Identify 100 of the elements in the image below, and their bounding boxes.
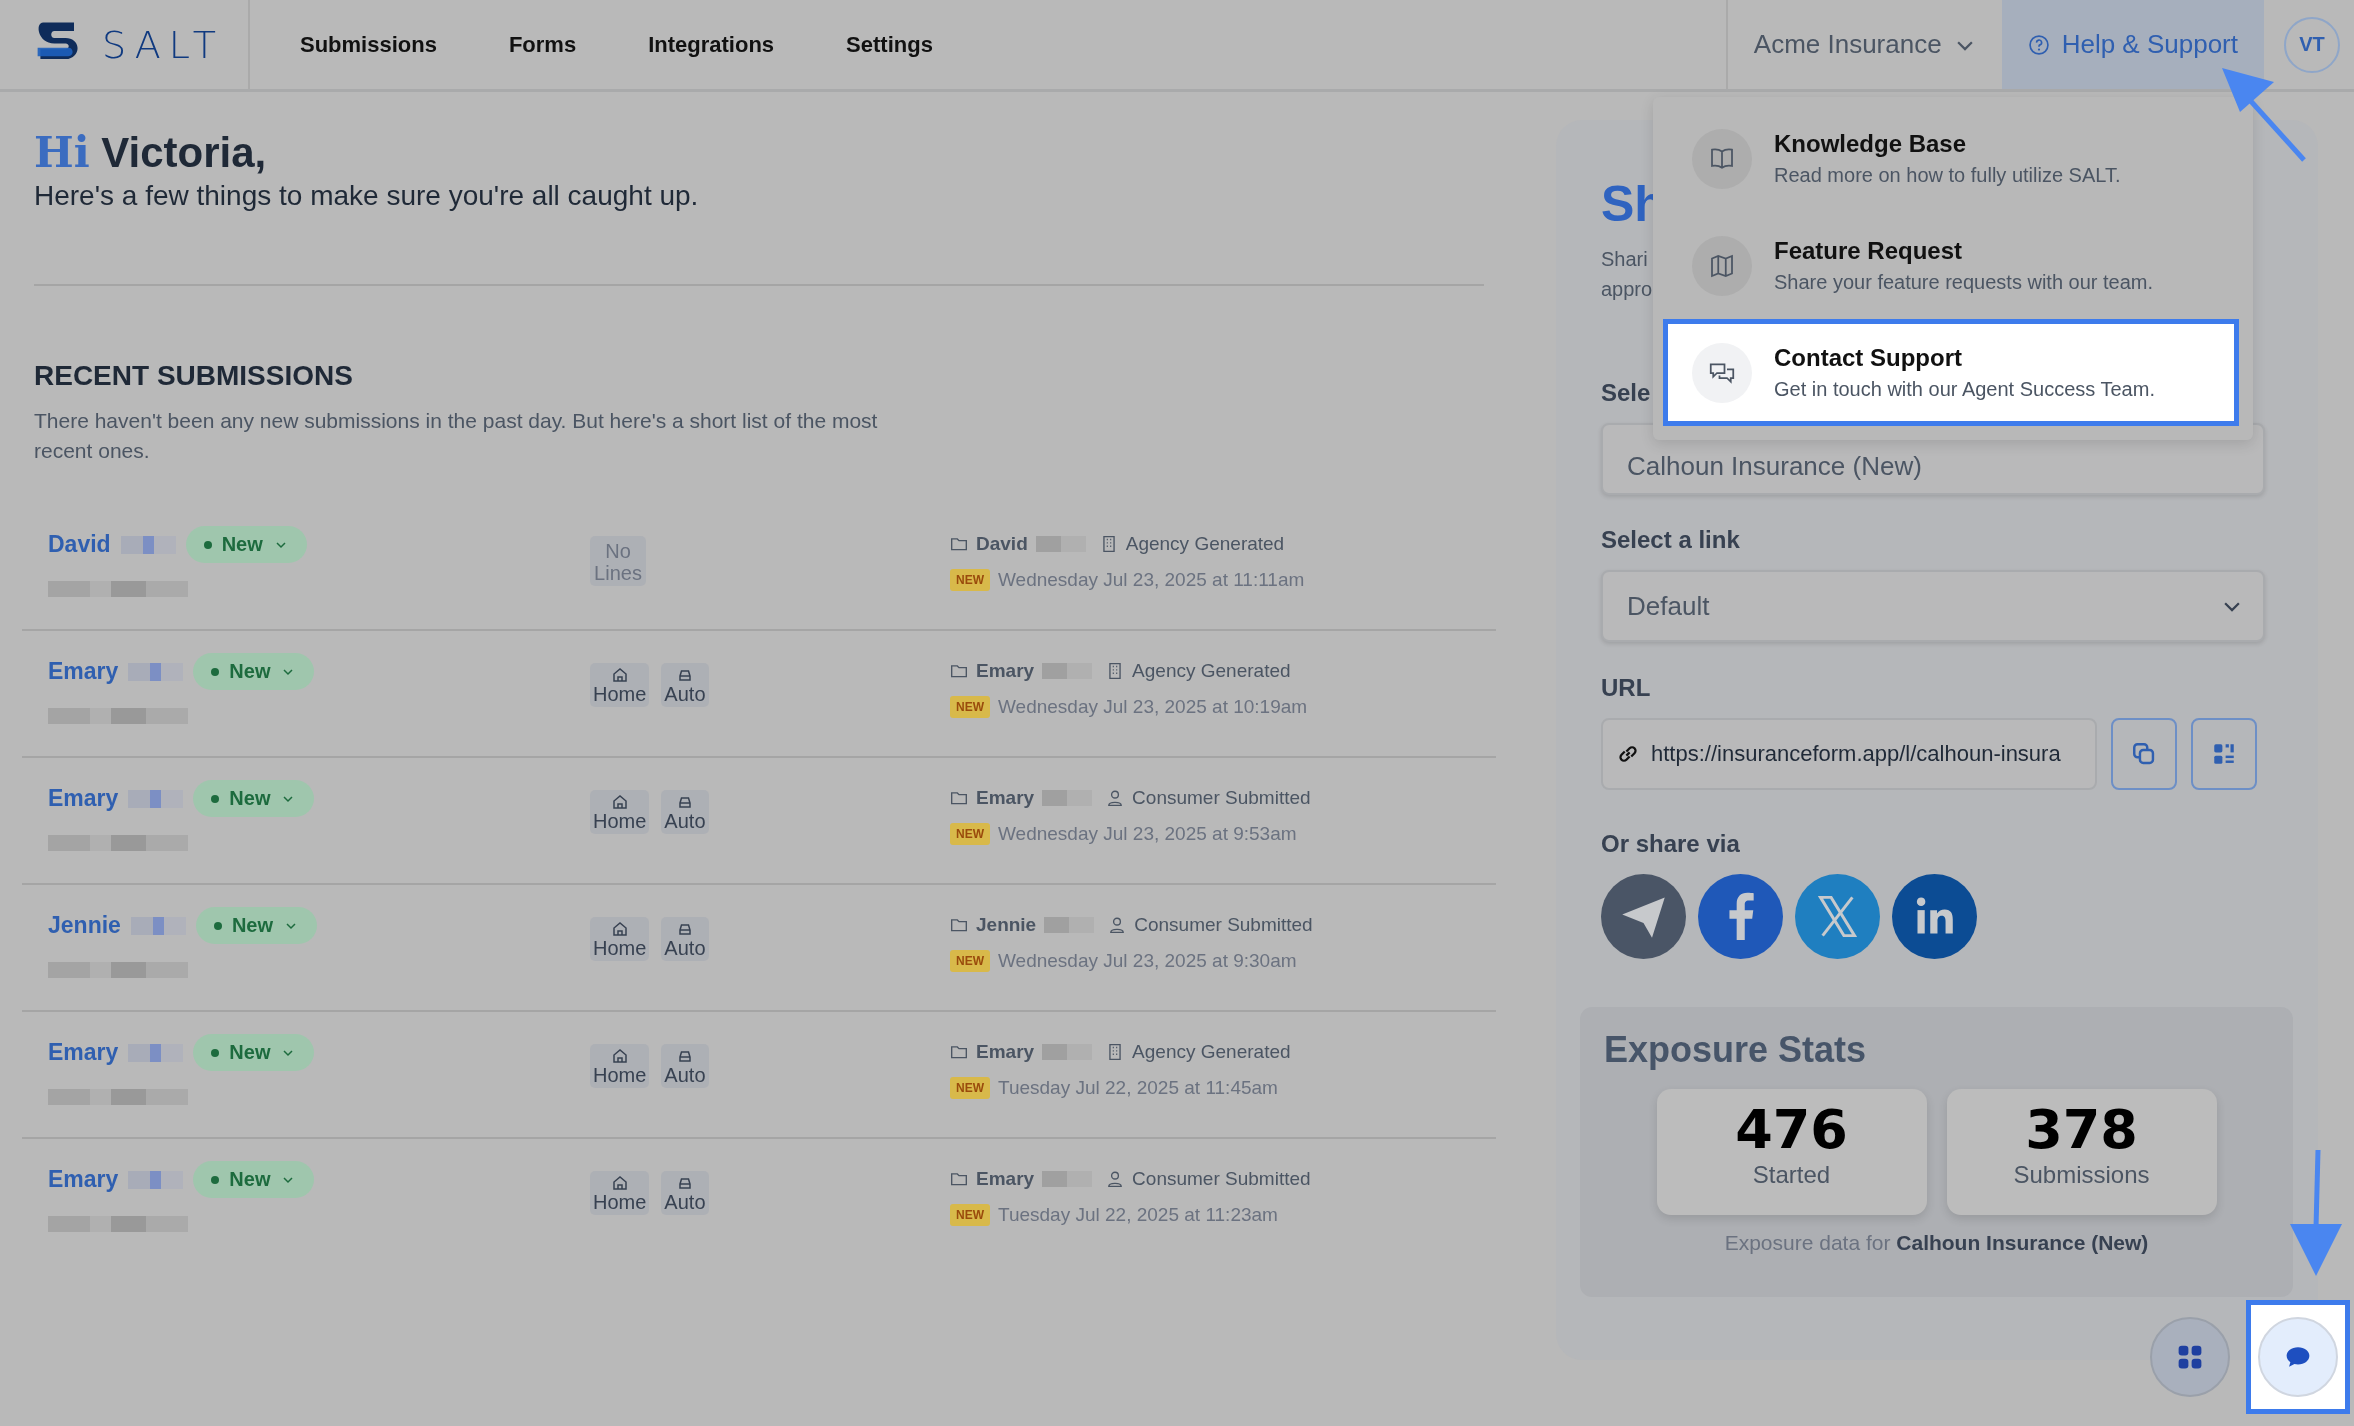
new-badge: NEW [950,950,990,973]
menu-item-title: Knowledge Base [1774,130,1968,158]
greeting-name: Victoria, [101,129,267,176]
house-icon [611,1175,628,1192]
panel-title: Exposure Stats [1604,1029,1868,1071]
redacted-owner [1044,917,1095,934]
owner-name: Emary [976,1168,1035,1191]
line-tag: Auto [661,790,709,835]
source-label: Agency Generated [1125,533,1285,556]
nav-link[interactable]: Submissions [300,31,437,58]
owner-name: Emary [976,660,1035,683]
source-label: Consumer Submitted [1132,787,1311,810]
help-menu-item[interactable]: Feature Request Share your feature requests with our team. [1663,212,2239,319]
exposure-caption: Exposure data for Calhoun Insurance (New) [1723,1231,2150,1255]
redacted-name [128,789,184,808]
car-icon [676,667,693,684]
car-icon [676,1048,693,1065]
submitter-name-link[interactable]: Emary [48,1166,119,1194]
status-dot [211,1175,220,1184]
link-select[interactable]: Default [1601,570,2265,642]
line-tag: Home [590,1171,650,1216]
owner-name: David [976,533,1028,556]
section-description: There haven't been any new submissions in the past day. But here's a short list of the most recent ones. [34,408,879,465]
new-badge: NEW [950,823,990,846]
status-dropdown[interactable]: New [193,1034,315,1072]
house-icon [611,667,628,684]
source-label: Consumer Submitted [1132,1168,1311,1191]
submitter-name-link[interactable]: Emary [48,1039,119,1067]
greeting-subtitle: Here's a few things to make sure you're all caught up. [34,180,700,213]
copy-icon [2131,741,2157,767]
line-tag: Auto [661,663,709,708]
submitter-name-link[interactable]: David [48,531,111,559]
redacted-owner [1042,663,1093,680]
person-icon [1106,1170,1125,1189]
submission-date: Wednesday Jul 23, 2025 at 11:11am [998,569,1305,592]
source-label: Consumer Submitted [1134,914,1313,937]
car-icon [676,921,693,938]
menu-item-title: Feature Request [1774,237,1964,265]
submission-date: Wednesday Jul 23, 2025 at 9:30am [998,950,1297,973]
field-label: Or share via [1601,830,1740,858]
status-dot [211,794,220,803]
submission-date: Wednesday Jul 23, 2025 at 10:19am [998,696,1308,719]
linkedin-share-button[interactable] [1892,874,1977,959]
help-support-button[interactable]: Help & Support [2001,0,2264,89]
menu-item-description: Read more on how to fully utilize SALT. [1774,164,2121,187]
grid-icon [2177,1344,2203,1370]
help-icon [2027,33,2050,56]
greeting-hi: Hi [34,128,90,177]
menu-item-title: Contact Support [1774,344,1963,372]
submission-date: Tuesday Jul 22, 2025 at 11:23am [998,1204,1278,1227]
stat-value: 378 [2025,1099,2138,1161]
line-tag: Auto [661,1171,709,1216]
share-description: Shari [1601,247,1648,272]
line-tag: No Lines [590,536,646,587]
redacted-owner [1042,1044,1093,1061]
car-icon [676,794,693,811]
qr-code-button[interactable] [2191,718,2257,790]
redacted-name [128,1170,184,1189]
owner-name: Jennie [976,914,1037,937]
redacted-owner [1042,1171,1093,1188]
status-dropdown[interactable]: New [193,1161,315,1199]
line-tag: Home [590,663,650,708]
nav-link[interactable]: Integrations [648,31,775,58]
submission-date: Tuesday Jul 22, 2025 at 11:45am [998,1077,1278,1100]
user-avatar[interactable]: VT [2284,16,2340,73]
stat-value: 476 [1735,1099,1848,1161]
submitter-name-link[interactable]: Emary [48,658,119,686]
redacted-name [128,1043,184,1062]
url-field[interactable]: https://insuranceform.app/l/calhoun-insura [1601,718,2097,790]
person-icon [1106,789,1125,808]
help-menu-item[interactable]: Contact Support Get in touch with our Agent Success Team. [1663,319,2239,426]
new-badge: NEW [950,569,990,592]
status-dropdown[interactable]: New [185,526,307,564]
status-dot [213,921,222,930]
facebook-share-button[interactable] [1698,874,1783,959]
submitter-name-link[interactable]: Emary [48,785,119,813]
field-label: URL [1601,674,1651,702]
line-tag: Home [590,790,650,835]
line-tag: Home [590,1044,650,1089]
send-share-button[interactable] [1601,874,1686,959]
house-icon [611,1048,628,1065]
status-dropdown[interactable]: New [193,653,315,691]
status-dropdown[interactable]: New [195,907,317,945]
submitter-name-link[interactable]: Jennie [48,912,121,940]
logo-text: SALT [102,22,224,67]
submission-date: Wednesday Jul 23, 2025 at 9:53am [998,823,1297,846]
nav-link[interactable]: Settings [846,31,933,58]
new-badge: NEW [950,1077,990,1100]
copy-button[interactable] [2111,718,2177,790]
owner-name: Emary [976,1041,1035,1064]
status-dropdown[interactable]: New [193,780,315,818]
new-badge: NEW [950,1204,990,1227]
status-dot [211,1048,220,1057]
owner-name: Emary [976,787,1035,810]
nav-link[interactable]: Forms [508,31,577,58]
house-icon [611,921,628,938]
source-label: Agency Generated [1132,1041,1291,1064]
x-share-button[interactable] [1795,874,1880,959]
help-menu-item[interactable]: Knowledge Base Read more on how to fully utilize SALT. [1663,105,2239,212]
stat-label: Submissions [2013,1161,2150,1189]
